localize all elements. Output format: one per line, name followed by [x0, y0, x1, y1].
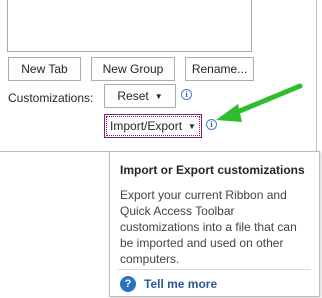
new-tab-button[interactable]: New Tab	[8, 57, 81, 81]
import-export-label: Import/Export	[110, 119, 183, 133]
ribbon-tabs-list[interactable]	[7, 0, 252, 52]
tell-me-more-link[interactable]: ? Tell me more	[120, 276, 217, 292]
customizations-label: Customizations:	[8, 91, 94, 105]
rename-label: Rename...	[191, 62, 248, 76]
reset-dropdown-button[interactable]: Reset ▼	[104, 84, 176, 108]
chevron-down-icon: ▼	[188, 121, 196, 131]
tooltip-title: Import or Export customizations	[120, 163, 305, 177]
chevron-down-icon: ▼	[154, 91, 163, 101]
green-arrow-icon	[216, 83, 303, 122]
tell-me-more-label: Tell me more	[144, 277, 218, 291]
rename-button[interactable]: Rename...	[185, 57, 254, 81]
help-icon: ?	[120, 276, 136, 292]
import-export-dropdown-button[interactable]: Import/Export ▼	[104, 114, 202, 138]
new-tab-label: New Tab	[21, 62, 68, 76]
info-icon[interactable]: i	[181, 89, 192, 100]
tooltip-divider	[118, 269, 311, 270]
reset-label: Reset	[117, 89, 149, 103]
dialog-border	[316, 0, 317, 152]
new-group-button[interactable]: New Group	[91, 57, 175, 81]
tooltip-body: Export your current Ribbon and Quick Acc…	[120, 188, 297, 266]
new-group-label: New Group	[102, 62, 164, 76]
import-export-tooltip: Import or Export customizations Export y…	[109, 151, 320, 297]
